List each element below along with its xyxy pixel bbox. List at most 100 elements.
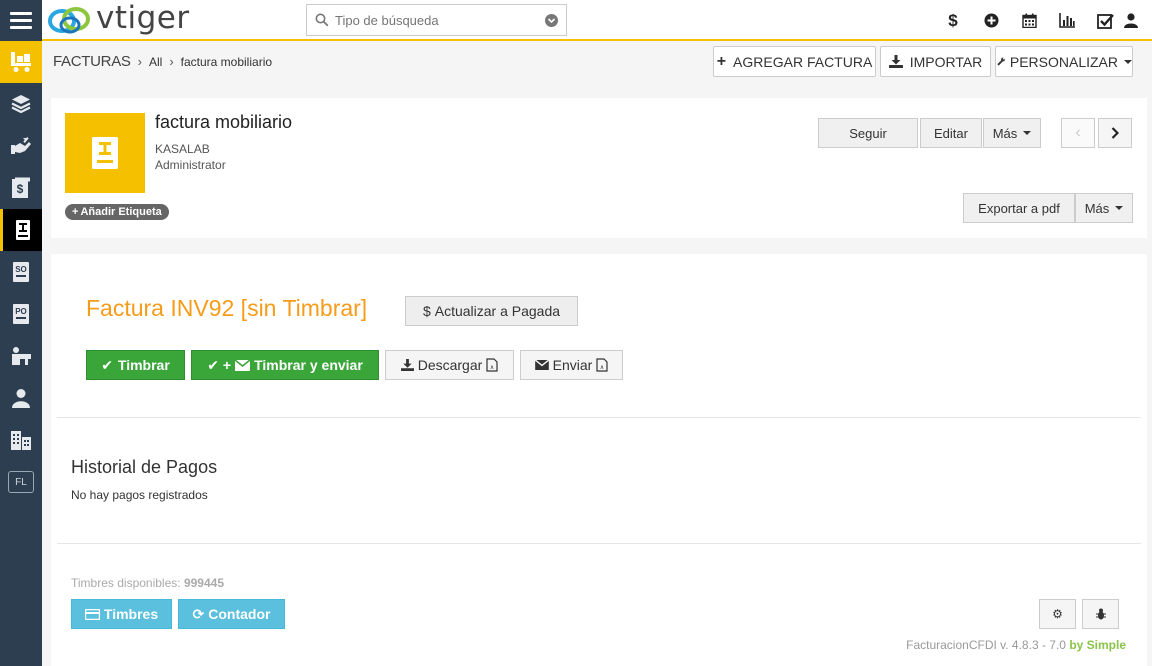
more-button[interactable]: Más xyxy=(983,118,1041,148)
breadcrumb-module[interactable]: FACTURAS xyxy=(53,53,131,70)
vendor-link[interactable]: by Simple xyxy=(1069,638,1126,652)
refresh-icon: ⟳ xyxy=(192,605,205,622)
svg-text:SO: SO xyxy=(15,265,27,274)
add-tag-button[interactable]: + Añadir Etiqueta xyxy=(65,204,169,220)
divider xyxy=(57,543,1141,544)
record-header: factura mobiliario KASALAB Administrator… xyxy=(51,98,1147,238)
sidebar-item-contacts[interactable] xyxy=(0,377,42,419)
sidebar-item-fl[interactable]: FL xyxy=(0,461,42,503)
search-icon xyxy=(315,13,329,27)
invoice-panel: Factura INV92 [sin Timbrar] $ Actualizar… xyxy=(51,254,1147,666)
search-input[interactable] xyxy=(335,12,545,28)
caret-down-icon xyxy=(1023,131,1032,135)
handshake-icon xyxy=(11,137,31,154)
customize-button[interactable]: PERSONALIZAR xyxy=(995,46,1133,77)
mark-paid-button[interactable]: $ Actualizar a Pagada xyxy=(405,296,578,326)
svg-text:$: $ xyxy=(17,182,24,196)
check-icon: ✔ xyxy=(207,356,219,373)
plus-icon: + xyxy=(72,206,79,218)
person-desk-icon xyxy=(12,347,31,365)
sidebar-item-inventory[interactable] xyxy=(0,41,42,83)
sidebar-item-products[interactable] xyxy=(0,83,42,125)
edit-button[interactable]: Editar xyxy=(920,118,982,148)
counter-button[interactable]: ⟳ Contador xyxy=(178,599,285,629)
calendar-icon[interactable] xyxy=(1010,0,1048,41)
sidebar-item-deals[interactable] xyxy=(0,125,42,167)
sidebar-item-invoices[interactable] xyxy=(0,209,42,251)
svg-text:∧: ∧ xyxy=(600,365,604,371)
sidebar-item-sales-orders[interactable]: SO xyxy=(0,251,42,293)
stamps-button[interactable]: Timbres xyxy=(71,599,172,629)
next-record-button[interactable] xyxy=(1098,118,1132,148)
wrench-icon xyxy=(997,57,1005,66)
dollar-icon: $ xyxy=(422,303,431,319)
download-icon xyxy=(888,55,903,68)
import-button[interactable]: IMPORTAR xyxy=(880,46,991,77)
invoice-record-icon xyxy=(65,113,145,193)
logo-text: vtiger xyxy=(96,0,190,36)
pdf-icon: ∧ xyxy=(596,358,608,372)
pdf-icon: ∧ xyxy=(486,358,498,372)
svg-text:PO: PO xyxy=(15,307,27,316)
dollar-icon[interactable]: $ xyxy=(934,0,972,41)
chevron-left-icon: ‹ xyxy=(1075,124,1081,141)
so-icon: SO xyxy=(13,262,29,282)
top-icons: $ xyxy=(934,0,1152,41)
po-icon: PO xyxy=(13,304,29,324)
chevron-right-icon xyxy=(1111,127,1119,139)
buildings-icon xyxy=(11,431,31,450)
bar-chart-icon[interactable] xyxy=(1048,0,1086,41)
vtiger-logo[interactable]: vtiger xyxy=(46,0,190,38)
sidebar-item-purchase-orders[interactable]: PO xyxy=(0,293,42,335)
add-invoice-button[interactable]: + AGREGAR FACTURA xyxy=(713,46,876,77)
payment-history-title: Historial de Pagos xyxy=(71,457,218,477)
available-stamps-value: 999445 xyxy=(183,576,224,590)
stamp-and-send-button[interactable]: ✔ + Timbrar y enviar xyxy=(191,350,379,380)
chevron-right-icon: › xyxy=(137,54,142,69)
download-icon xyxy=(400,359,414,371)
envelope-icon xyxy=(235,359,251,371)
version-label: FacturacionCFDI v. 4.8.3 - 7.0 by Simple xyxy=(906,638,1126,652)
checkbox-icon[interactable] xyxy=(1086,0,1124,41)
caret-down-icon xyxy=(1115,206,1124,210)
prev-record-button[interactable]: ‹ xyxy=(1061,118,1095,148)
breadcrumb: FACTURAS › All › factura mobiliario xyxy=(53,53,272,70)
record-title: factura mobiliario xyxy=(155,112,293,132)
global-search[interactable] xyxy=(306,4,567,36)
invoice-icon xyxy=(15,220,30,240)
check-icon: ✔ xyxy=(101,356,113,373)
download-button[interactable]: Descargar ∧ xyxy=(385,350,514,380)
layers-icon xyxy=(11,95,31,114)
cart-icon xyxy=(11,52,31,72)
breadcrumb-all[interactable]: All xyxy=(149,55,162,69)
envelope-icon xyxy=(534,360,549,370)
menu-icon[interactable] xyxy=(0,0,42,41)
chevron-down-circle-icon[interactable] xyxy=(545,13,558,27)
user-icon[interactable] xyxy=(1124,0,1152,41)
sidebar-item-organizations[interactable] xyxy=(0,419,42,461)
fl-label: FL xyxy=(8,471,34,493)
follow-button[interactable]: Seguir xyxy=(818,118,918,148)
export-pdf-button[interactable]: Exportar a pdf xyxy=(963,193,1075,223)
sidebar-item-quotes[interactable]: $ xyxy=(0,167,42,209)
invoice-title: Factura INV92 [sin Timbrar] xyxy=(86,295,368,321)
available-stamps: Timbres disponibles: 999445 xyxy=(71,576,224,590)
chevron-right-icon: › xyxy=(169,54,174,69)
person-icon xyxy=(12,389,30,408)
breadcrumb-record: factura mobiliario xyxy=(180,54,273,69)
record-organization[interactable]: KASALAB xyxy=(155,142,210,156)
caret-down-icon xyxy=(1124,59,1132,64)
stamp-button[interactable]: ✔ Timbrar xyxy=(86,350,185,380)
breadcrumb-bar: FACTURAS › All › factura mobiliario + AG… xyxy=(42,42,1152,82)
svg-text:∧: ∧ xyxy=(490,365,494,371)
send-button[interactable]: Enviar ∧ xyxy=(520,350,623,380)
bug-icon xyxy=(1095,608,1106,620)
more-actions-button[interactable]: Más xyxy=(1075,193,1133,223)
dollar-doc-icon: $ xyxy=(12,177,30,198)
settings-button[interactable]: ⚙ xyxy=(1039,599,1076,629)
debug-button[interactable] xyxy=(1082,599,1119,629)
top-bar: vtiger $ xyxy=(0,0,1152,41)
gear-icon: ⚙ xyxy=(1052,607,1063,621)
sidebar-item-vendors[interactable] xyxy=(0,335,42,377)
plus-circle-icon[interactable] xyxy=(972,0,1010,41)
